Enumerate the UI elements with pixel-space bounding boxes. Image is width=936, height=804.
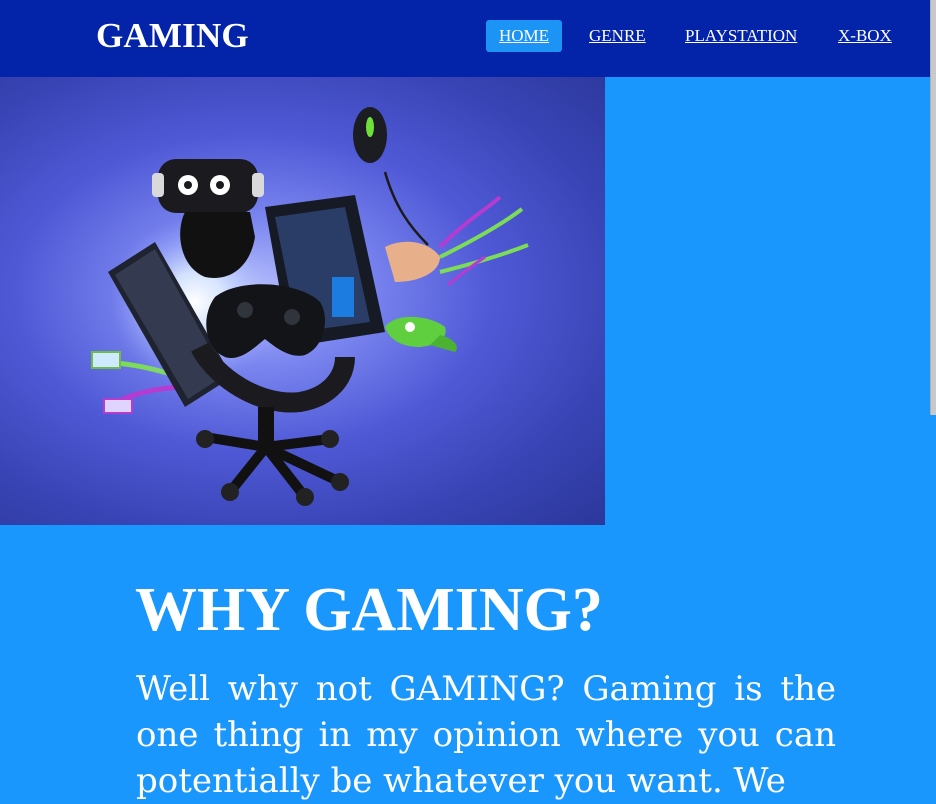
- gaming-dog-illustration: [91, 107, 529, 506]
- page-scrollbar[interactable]: [930, 0, 936, 415]
- hero-image: [0, 77, 605, 525]
- top-navbar: GAMING HOME GENRE PLAYSTATION X-BOX: [0, 0, 936, 77]
- section-heading: WHY GAMING?: [135, 576, 603, 644]
- nav-xbox-link[interactable]: X-BOX: [838, 20, 892, 52]
- nav-playstation-link[interactable]: PLAYSTATION: [685, 20, 797, 52]
- section-body-text: Well why not GAMING? Gaming is the one t…: [136, 669, 836, 801]
- nav-home-link[interactable]: HOME: [486, 20, 563, 52]
- nav-genre-link[interactable]: GENRE: [589, 20, 646, 52]
- site-logo[interactable]: GAMING: [96, 15, 249, 57]
